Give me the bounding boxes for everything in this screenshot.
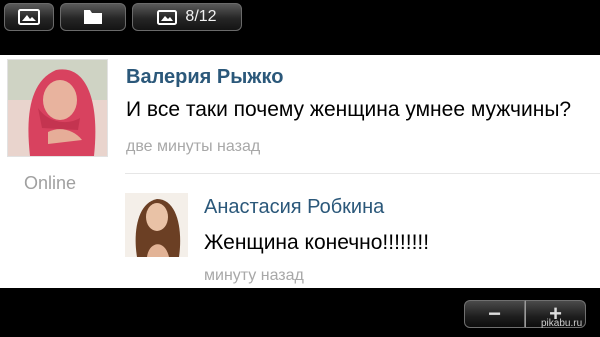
zoom-out-button[interactable]: −: [464, 300, 525, 328]
reply-timestamp[interactable]: минуту назад: [204, 267, 304, 285]
breadcrumb-current-image[interactable]: 8/12: [132, 3, 242, 31]
reply-divider: [125, 173, 600, 174]
online-status: Online: [24, 173, 77, 193]
post-timestamp[interactable]: две минуты назад: [126, 138, 260, 156]
watermark: pikabu.ru: [541, 318, 583, 329]
post-author-name[interactable]: Валерия Рыжко: [126, 66, 283, 89]
image-icon: [157, 9, 178, 25]
image-counter: 8/12: [185, 8, 217, 25]
image-icon: [18, 9, 40, 25]
breadcrumb-folder-button[interactable]: [60, 3, 126, 31]
author-avatar[interactable]: [7, 59, 108, 157]
folder-icon: [83, 9, 103, 25]
reply-author-name[interactable]: Анастасия Робкина: [204, 196, 384, 219]
post-message: И все таки почему женщина умнее мужчины?: [126, 98, 572, 121]
breadcrumb-images-button[interactable]: [4, 3, 54, 31]
breadcrumb: 8/12: [4, 3, 248, 31]
reply-message: Женщина конечно!!!!!!!!: [204, 231, 430, 254]
post-panel: Online Валерия Рыжко И все таки почему ж…: [0, 55, 600, 288]
reply-author-avatar[interactable]: [125, 193, 188, 257]
